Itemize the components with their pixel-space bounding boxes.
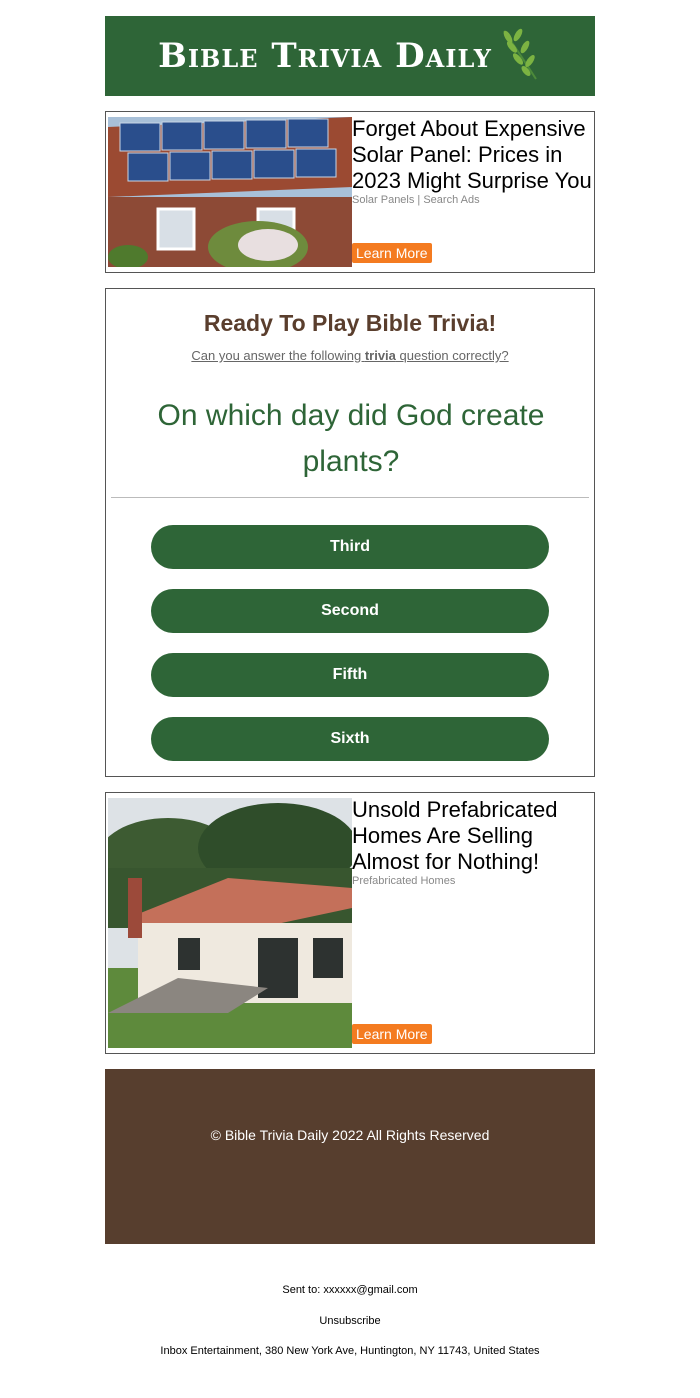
divider bbox=[111, 497, 589, 498]
answer-button-third[interactable]: Third bbox=[151, 525, 549, 569]
brand-logo-text: Bible Trivia Daily bbox=[158, 36, 492, 76]
subtitle-pre: Can you answer the following bbox=[191, 348, 365, 363]
subtitle-post: question correctly? bbox=[395, 348, 509, 363]
sent-to-text: Sent to: xxxxxx@gmail.com bbox=[282, 1284, 418, 1296]
subtitle-bold: trivia bbox=[364, 348, 396, 363]
question-text: On which day did God create plants? bbox=[157, 399, 545, 478]
answer-button-fifth[interactable]: Fifth bbox=[151, 653, 549, 697]
solar-panel-roof-image[interactable] bbox=[108, 117, 352, 267]
quiz-subtitle-link[interactable]: Can you answer the following trivia ques… bbox=[106, 348, 594, 363]
learn-more-button[interactable]: Learn More bbox=[352, 1024, 432, 1044]
ad-title[interactable]: Unsold Prefabricated Homes Are Selling A… bbox=[352, 797, 592, 875]
header-banner[interactable]: Bible Trivia Daily bbox=[105, 16, 595, 96]
ad-body: Unsold Prefabricated Homes Are Selling A… bbox=[352, 797, 592, 888]
ad-source: Prefabricated Homes bbox=[352, 875, 456, 887]
olive-branch-icon bbox=[503, 28, 537, 80]
footer: © Bible Trivia Daily 2022 All Rights Res… bbox=[105, 1069, 595, 1244]
mailing-address: Inbox Entertainment, 380 New York Ave, H… bbox=[160, 1345, 540, 1357]
trivia-card: Ready To Play Bible Trivia! Can you answ… bbox=[105, 288, 595, 777]
learn-more-button[interactable]: Learn More bbox=[352, 243, 432, 263]
copyright-text: © Bible Trivia Daily 2022 All Rights Res… bbox=[210, 1127, 490, 1143]
ad-body: Forget About Expensive Solar Panel: Pric… bbox=[352, 116, 592, 207]
ad-title[interactable]: Forget About Expensive Solar Panel: Pric… bbox=[352, 116, 592, 194]
ad-source: Solar Panels | Search Ads bbox=[352, 194, 480, 206]
sponsored-ad-solar[interactable]: Forget About Expensive Solar Panel: Pric… bbox=[105, 111, 595, 273]
unsubscribe-link[interactable]: Unsubscribe bbox=[0, 1315, 700, 1327]
sponsored-ad-homes[interactable]: Unsold Prefabricated Homes Are Selling A… bbox=[105, 792, 595, 1054]
quiz-title: Ready To Play Bible Trivia! bbox=[203, 310, 497, 336]
answer-button-sixth[interactable]: Sixth bbox=[151, 717, 549, 761]
answer-button-second[interactable]: Second bbox=[151, 589, 549, 633]
prefab-house-image[interactable] bbox=[108, 798, 352, 1048]
